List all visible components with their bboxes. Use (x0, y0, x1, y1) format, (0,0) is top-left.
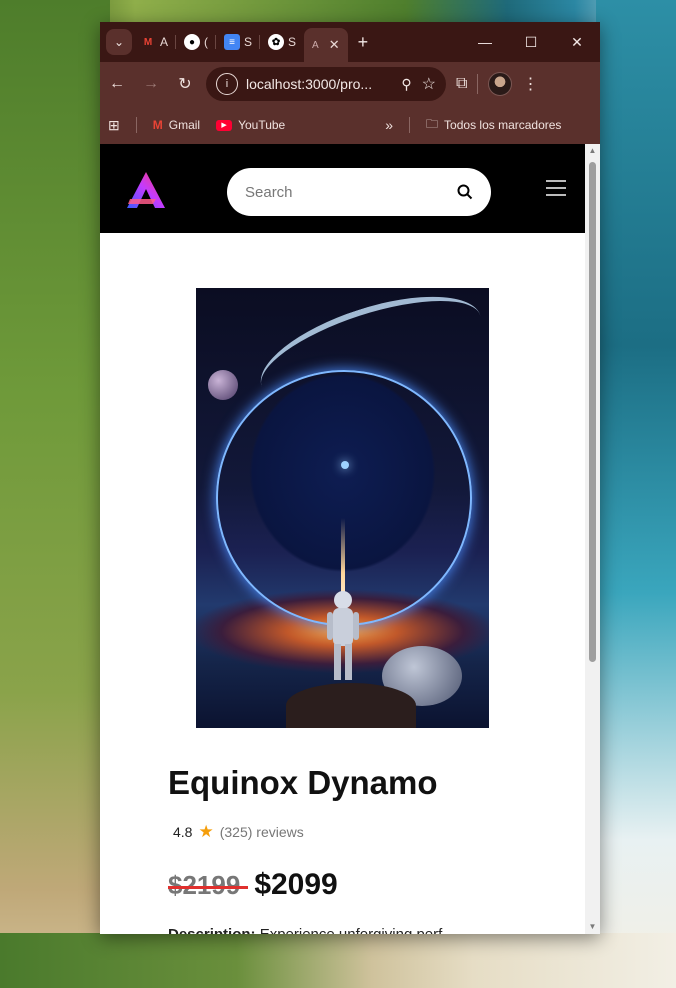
description-label: Description: (168, 926, 256, 934)
tab-strip: ⌄ M A ● ( ≡ S ✿ S A ✕ + — ☐ ✕ (100, 22, 600, 62)
browser-window: ⌄ M A ● ( ≡ S ✿ S A ✕ + — ☐ ✕ ← → ↻ i lo… (100, 22, 600, 934)
bookmarks-bar: ⊞ M Gmail ▶ YouTube » 🗀 Todos los marcad… (100, 106, 600, 145)
browser-toolbar: ← → ↻ i localhost:3000/pro... ⚲ ☆ ⧉ ⋮ (100, 62, 600, 106)
tab-docs[interactable]: ≡ S (216, 27, 261, 57)
folder-icon: 🗀 (426, 116, 439, 131)
search-icon[interactable] (455, 182, 475, 202)
bookmark-label: YouTube (238, 118, 286, 132)
site-header: Search (100, 144, 585, 233)
gmail-icon: M (152, 118, 163, 132)
forward-button[interactable]: → (134, 67, 168, 101)
openai-icon: ✿ (268, 34, 285, 50)
extensions-icon[interactable]: ⧉ (456, 75, 467, 93)
window-controls: — ☐ ✕ (462, 22, 600, 62)
scrollbar-thumb[interactable] (589, 162, 596, 662)
price-block: $2199 $2099 (168, 868, 338, 902)
rating-value: 4.8 (173, 824, 193, 840)
bookmark-star-icon[interactable]: ☆ (422, 74, 436, 94)
tab-label: A (160, 35, 169, 49)
wallpaper-beach (0, 933, 676, 988)
page-viewport: Search Equinox Dynamo 4.8 ★ (325) review… (100, 144, 600, 934)
tab-label: S (288, 35, 297, 49)
zoom-icon[interactable]: ⚲ (401, 76, 411, 93)
profile-avatar[interactable] (488, 72, 513, 96)
minimize-icon[interactable]: — (462, 22, 508, 62)
tab-gmail[interactable]: M A (132, 27, 177, 57)
bookmark-label: Gmail (168, 118, 201, 132)
reload-button[interactable]: ↻ (168, 67, 202, 101)
brand-logo-icon[interactable] (126, 171, 166, 209)
bookmark-gmail[interactable]: M Gmail (145, 118, 208, 132)
review-count: (325) reviews (219, 824, 304, 840)
github-icon: ● (184, 34, 201, 50)
close-window-icon[interactable]: ✕ (554, 22, 600, 62)
current-price: $2099 (254, 868, 338, 901)
docs-icon: ≡ (224, 34, 241, 50)
scroll-up-icon[interactable]: ▲ (585, 144, 600, 158)
site-info-icon[interactable]: i (216, 73, 238, 95)
back-button[interactable]: ← (100, 67, 134, 101)
product-title: Equinox Dynamo (168, 764, 438, 801)
wallpaper-sea (596, 0, 676, 988)
star-icon: ★ (198, 822, 214, 841)
product-image (196, 288, 489, 728)
address-bar[interactable]: i localhost:3000/pro... ⚲ ☆ (206, 67, 446, 101)
bookmark-all-folder[interactable]: 🗀 Todos los marcadores (418, 115, 569, 136)
close-tab-icon[interactable]: ✕ (329, 37, 340, 53)
apps-icon[interactable]: ⊞ (100, 117, 128, 134)
bookmark-label: Todos los marcadores (444, 118, 562, 132)
new-tab-button[interactable]: + (358, 32, 369, 53)
tab-openai[interactable]: ✿ S (260, 27, 304, 57)
product-description: Description: Experience unforgiving perf… (168, 926, 455, 934)
tab-label: S (244, 35, 253, 49)
hamburger-menu-icon[interactable] (546, 180, 566, 201)
menu-kebab-icon[interactable]: ⋮ (522, 74, 538, 94)
chevron-down-icon: ⌄ (113, 35, 125, 49)
bookmarks-overflow-icon[interactable]: » (377, 117, 401, 133)
tab-search-button[interactable]: ⌄ (106, 29, 132, 55)
wallpaper-cliff (0, 0, 110, 988)
old-price: $2199 (168, 870, 249, 900)
search-placeholder: Search (245, 183, 293, 201)
tab-github[interactable]: ● ( (176, 27, 217, 57)
search-input[interactable]: Search (227, 168, 491, 216)
maximize-icon[interactable]: ☐ (508, 22, 554, 62)
url-text: localhost:3000/pro... (246, 76, 373, 92)
tab-active[interactable]: A ✕ (304, 28, 348, 62)
gmail-icon: M (143, 36, 153, 48)
description-text: Experience unforgiving perf... (260, 926, 455, 934)
product-rating: 4.8 ★ (325) reviews (173, 822, 304, 842)
scroll-down-icon[interactable]: ▼ (585, 920, 600, 934)
tab-label: A (312, 39, 319, 51)
tab-label: ( (204, 35, 209, 49)
bookmark-youtube[interactable]: ▶ YouTube (208, 118, 293, 132)
page-scrollbar[interactable]: ▲ ▼ (585, 144, 600, 934)
youtube-icon: ▶ (216, 119, 233, 131)
